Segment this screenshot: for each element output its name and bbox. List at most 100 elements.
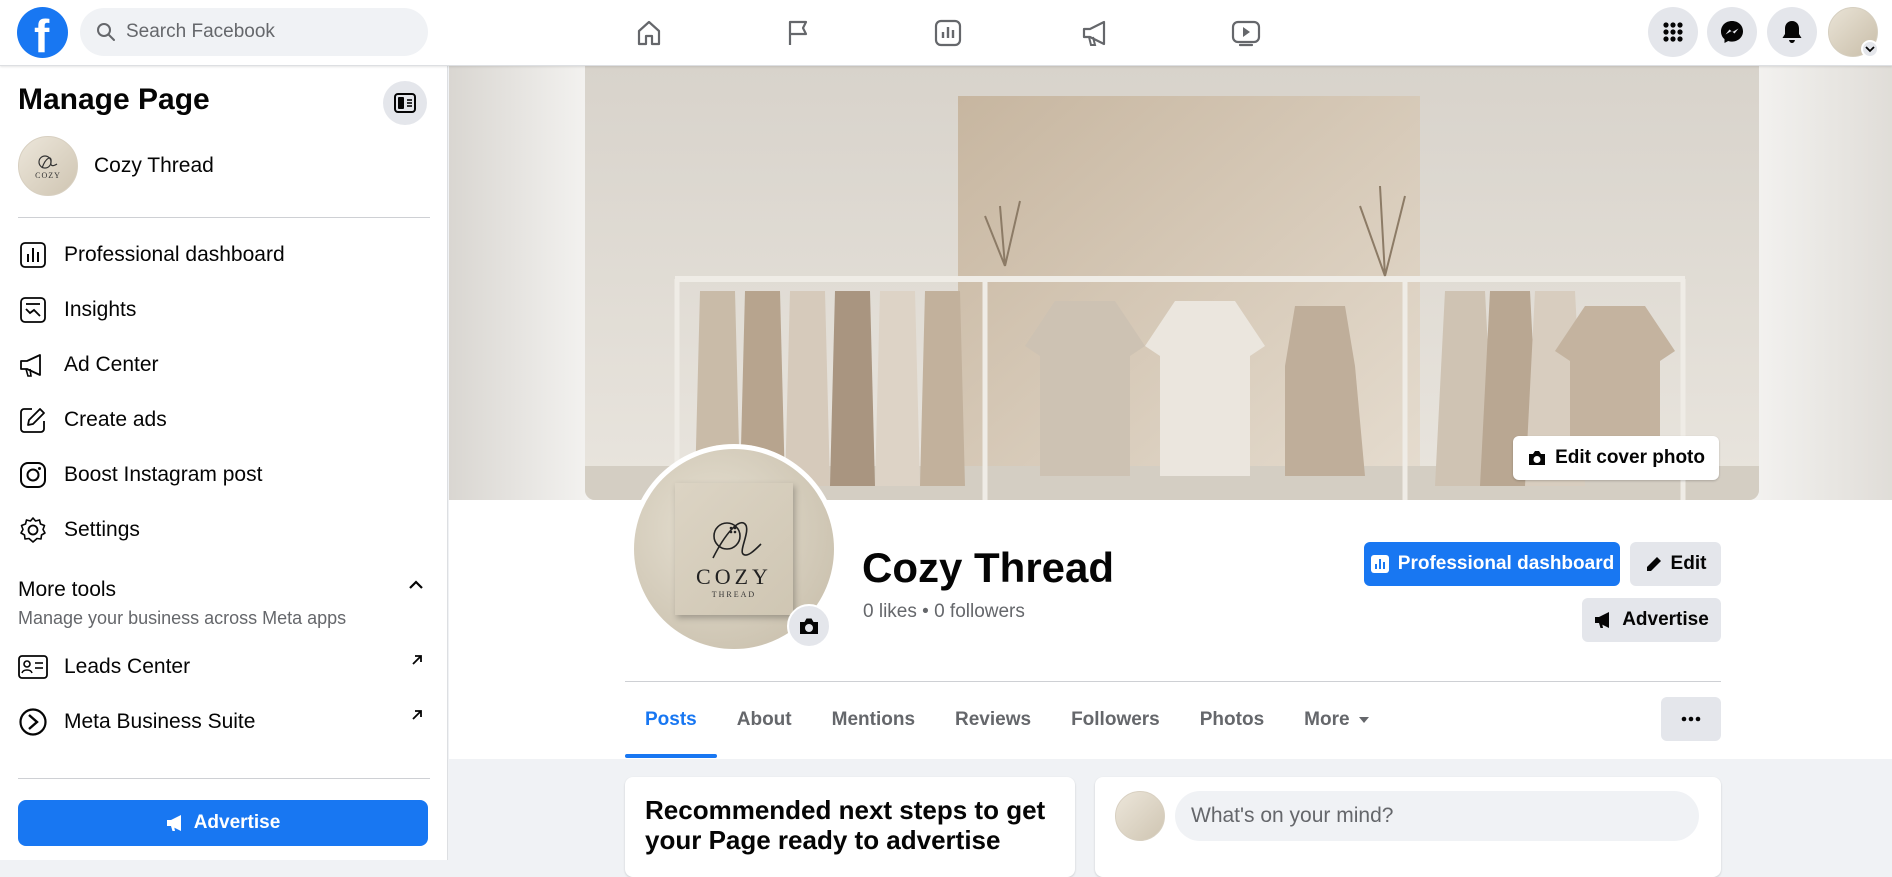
tab-label: More — [1304, 709, 1350, 730]
messenger-icon — [1721, 21, 1743, 43]
instagram-icon — [18, 460, 48, 490]
home-icon — [637, 20, 661, 46]
nav-ads[interactable] — [1041, 8, 1151, 58]
composer-avatar[interactable] — [1115, 791, 1165, 841]
cover-photo[interactable]: Edit cover photo — [585, 66, 1759, 500]
sidebar-title: Manage Page — [18, 83, 210, 116]
manage-page-sidebar: Manage Page COZY Cozy Thread Professiona… — [0, 66, 448, 860]
cozy-thread-logo-icon — [38, 154, 58, 169]
nav-home[interactable] — [594, 8, 704, 58]
sidebar-item-settings[interactable]: Settings — [18, 508, 430, 552]
external-link-icon — [410, 653, 424, 672]
nav-dashboard[interactable] — [893, 8, 1003, 58]
cover-photo-image — [585, 66, 1759, 500]
nav-video[interactable] — [1191, 8, 1301, 58]
sidebar-item-label: Ad Center — [64, 353, 159, 376]
cozy-thread-logo: COZY THREAD — [675, 483, 793, 615]
page-stats[interactable]: 0 likes • 0 followers — [863, 601, 1025, 623]
sidebar-item-boost-instagram[interactable]: Boost Instagram post — [18, 453, 430, 497]
cover-area: Edit cover photo — [449, 66, 1892, 500]
sidebar-advertise-label: Advertise — [193, 812, 281, 833]
post-composer-card: What's on your mind? — [1095, 777, 1721, 877]
dashboard-icon — [1370, 555, 1389, 573]
dashboard-icon — [934, 19, 962, 47]
tab-label: Followers — [1071, 709, 1160, 730]
sidebar-item-professional-dashboard[interactable]: Professional dashboard — [18, 233, 430, 277]
page-tabs: Posts About Mentions Reviews Followers P… — [625, 682, 1390, 758]
sidebar-item-label: Settings — [64, 518, 140, 541]
search-input[interactable] — [126, 21, 406, 43]
sidebar-divider — [18, 778, 430, 779]
logo-sub-text: THREAD — [711, 590, 757, 599]
sidebar-item-leads-center[interactable]: Leads Center — [18, 645, 430, 689]
meta-business-icon — [18, 707, 48, 737]
sidebar-item-label: Create ads — [64, 408, 167, 431]
messenger-button[interactable] — [1707, 7, 1757, 57]
composer-input[interactable]: What's on your mind? — [1175, 791, 1699, 841]
sidebar-advertise-button[interactable]: Advertise — [18, 800, 428, 846]
bell-icon — [1782, 21, 1802, 43]
current-page-row[interactable]: COZY Cozy Thread — [18, 136, 214, 196]
tab-label: Posts — [645, 709, 697, 730]
professional-dashboard-button[interactable]: Professional dashboard — [1364, 542, 1620, 586]
megaphone-icon — [166, 815, 181, 831]
sidebar-item-insights[interactable]: Insights — [18, 288, 430, 332]
tab-photos[interactable]: Photos — [1180, 682, 1284, 758]
notifications-button[interactable] — [1767, 7, 1817, 57]
caret-down-icon — [1358, 717, 1369, 723]
recommended-steps-card: Recommended next steps to get your Page … — [625, 777, 1075, 877]
facebook-logo[interactable]: f — [17, 7, 68, 62]
sidebar-item-create-ads[interactable]: Create ads — [18, 398, 430, 442]
tab-more[interactable]: More — [1284, 682, 1389, 758]
page-avatar: COZY — [18, 136, 78, 196]
update-profile-picture-button[interactable] — [787, 604, 831, 648]
tab-label: About — [736, 709, 792, 730]
sidebar-divider — [18, 217, 430, 218]
tab-reviews[interactable]: Reviews — [935, 682, 1051, 758]
edit-button[interactable]: Edit — [1630, 542, 1721, 586]
menu-button[interactable] — [1648, 7, 1698, 57]
advertise-label: Advertise — [1622, 609, 1709, 630]
sidebar-item-ad-center[interactable]: Ad Center — [18, 343, 430, 387]
more-tools-collapse-toggle[interactable] — [408, 578, 424, 597]
collapse-sidebar-button[interactable] — [383, 81, 427, 125]
insights-icon — [18, 295, 48, 325]
edit-cover-photo-label: Edit cover photo — [1555, 447, 1705, 468]
account-menu-caret[interactable] — [1861, 40, 1879, 58]
megaphone-icon — [1082, 20, 1106, 46]
top-navigation-bar: f — [0, 0, 1892, 66]
tab-followers[interactable]: Followers — [1051, 682, 1180, 758]
video-icon — [1231, 20, 1261, 47]
search-icon — [97, 23, 115, 41]
advertise-button[interactable]: Advertise — [1582, 598, 1721, 642]
camera-icon — [1529, 451, 1546, 465]
tab-mentions[interactable]: Mentions — [812, 682, 935, 758]
chevron-up-icon — [409, 580, 423, 589]
pencil-square-icon — [18, 405, 48, 435]
professional-dashboard-label: Professional dashboard — [1397, 553, 1615, 574]
edit-cover-photo-button[interactable]: Edit cover photo — [1513, 436, 1719, 480]
page-title: Cozy Thread — [862, 544, 1115, 591]
sidebar-item-label: Professional dashboard — [64, 243, 285, 266]
page-avatar-text: COZY — [35, 170, 61, 180]
pencil-icon — [1646, 557, 1661, 571]
logo-brand-text: COZY — [696, 564, 772, 589]
leads-icon — [18, 652, 48, 682]
chevron-down-icon — [1865, 46, 1875, 53]
megaphone-icon — [18, 350, 48, 380]
sidebar-item-label: Boost Instagram post — [64, 463, 263, 486]
sidebar-item-label: Meta Business Suite — [64, 710, 256, 733]
edit-label: Edit — [1670, 553, 1707, 574]
sidebar-toggle-icon — [394, 93, 416, 113]
nav-pages[interactable] — [743, 8, 853, 58]
more-options-button[interactable] — [1661, 697, 1721, 741]
camera-icon — [800, 618, 818, 634]
search-box[interactable] — [80, 8, 428, 56]
more-tools-subtitle: Manage your business across Meta apps — [18, 608, 347, 628]
tab-about[interactable]: About — [717, 682, 812, 758]
sidebar-item-meta-business-suite[interactable]: Meta Business Suite — [18, 700, 430, 744]
more-tools-heading[interactable]: More tools — [18, 578, 116, 602]
tab-posts[interactable]: Posts — [625, 682, 717, 758]
grid-menu-icon — [1663, 22, 1683, 42]
external-link-icon — [410, 708, 424, 727]
